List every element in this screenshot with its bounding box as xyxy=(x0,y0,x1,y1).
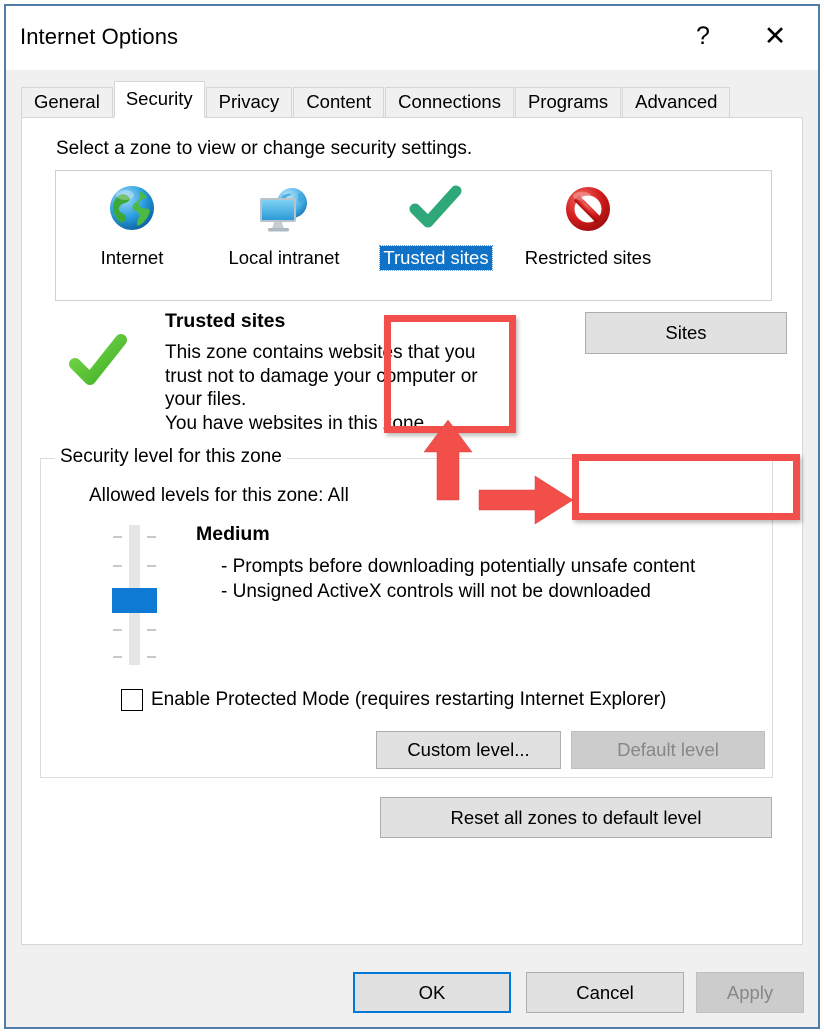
tab-content[interactable]: Content xyxy=(293,87,385,117)
reset-all-zones-button[interactable]: Reset all zones to default level xyxy=(380,797,772,838)
tab-general[interactable]: General xyxy=(21,87,113,117)
monitor-globe-icon xyxy=(253,180,315,238)
green-check-icon xyxy=(405,180,467,238)
slider-tick xyxy=(113,565,122,567)
protected-mode-label: Enable Protected Mode (requires restarti… xyxy=(151,689,667,710)
title-bar: Internet Options ? ✕ xyxy=(6,6,818,70)
default-level-button: Default level xyxy=(571,731,765,769)
tab-programs[interactable]: Programs xyxy=(514,87,622,117)
zone-detail-extra-text: You have websites in this zone. xyxy=(165,412,430,434)
security-level-bullet: - Prompts before downloading potentially… xyxy=(221,556,696,577)
protected-mode-checkbox[interactable] xyxy=(121,689,143,711)
allowed-levels-text: Allowed levels for this zone: All xyxy=(89,485,349,506)
zone-item-internet[interactable]: Internet xyxy=(56,171,208,270)
custom-level-button[interactable]: Custom level... xyxy=(376,731,561,769)
tab-connections[interactable]: Connections xyxy=(385,87,514,117)
zone-item-trusted-sites[interactable]: Trusted sites xyxy=(360,171,512,271)
protected-mode-row[interactable]: Enable Protected Mode (requires restarti… xyxy=(121,689,666,711)
internet-options-window: Internet Options ? ✕ General Security Pr… xyxy=(4,4,820,1029)
security-level-bullet: - Unsigned ActiveX controls will not be … xyxy=(221,581,651,602)
zone-detail-description-text: This zone contains websites that you tru… xyxy=(165,342,478,410)
zone-label-local-intranet: Local intranet xyxy=(228,247,340,268)
security-level-name: Medium xyxy=(196,523,270,545)
zone-label-trusted-sites: Trusted sites xyxy=(379,245,493,271)
security-tab-panel: Select a zone to view or change security… xyxy=(21,117,803,945)
tab-security[interactable]: Security xyxy=(113,81,205,118)
zone-label-restricted-sites: Restricted sites xyxy=(524,247,652,268)
slider-tick xyxy=(147,565,156,567)
apply-button: Apply xyxy=(696,972,804,1013)
zone-label-internet: Internet xyxy=(100,247,164,268)
window-title: Internet Options xyxy=(20,24,179,49)
green-check-icon xyxy=(69,334,127,390)
help-icon[interactable]: ? xyxy=(680,14,726,58)
zone-detail-description: This zone contains websites that you tru… xyxy=(165,341,515,435)
tab-advanced[interactable]: Advanced xyxy=(622,87,731,117)
zone-item-local-intranet[interactable]: Local intranet xyxy=(208,171,360,270)
sites-button[interactable]: Sites xyxy=(585,312,787,354)
ok-button[interactable]: OK xyxy=(353,972,511,1013)
zone-item-restricted-sites[interactable]: Restricted sites xyxy=(512,171,664,270)
zone-instruction: Select a zone to view or change security… xyxy=(56,138,473,159)
zone-list: Internet Local intranet Trusted sites Re… xyxy=(55,170,772,301)
slider-tick xyxy=(147,536,156,538)
close-icon[interactable]: ✕ xyxy=(752,14,798,58)
tab-privacy[interactable]: Privacy xyxy=(205,87,293,117)
cancel-button[interactable]: Cancel xyxy=(526,972,684,1013)
security-level-bullets: - Prompts before downloading potentially… xyxy=(221,554,695,604)
slider-tick xyxy=(147,656,156,658)
internet-options-screen: Internet Options ? ✕ General Security Pr… xyxy=(0,0,824,1033)
slider-tick xyxy=(147,629,156,631)
zone-detail-title: Trusted sites xyxy=(165,310,286,332)
red-prohibited-icon xyxy=(557,180,619,238)
tab-strip: General Security Privacy Content Connect… xyxy=(21,81,818,118)
slider-tick xyxy=(113,656,122,658)
slider-tick xyxy=(113,629,122,631)
security-level-slider[interactable] xyxy=(91,525,171,665)
slider-tick xyxy=(113,536,122,538)
globe-icon xyxy=(101,180,163,238)
dialog-footer: OK Cancel Apply xyxy=(6,945,818,1027)
slider-thumb[interactable] xyxy=(112,588,157,613)
security-level-group: Security level for this zone Allowed lev… xyxy=(40,446,773,778)
security-level-group-title: Security level for this zone xyxy=(55,446,287,468)
